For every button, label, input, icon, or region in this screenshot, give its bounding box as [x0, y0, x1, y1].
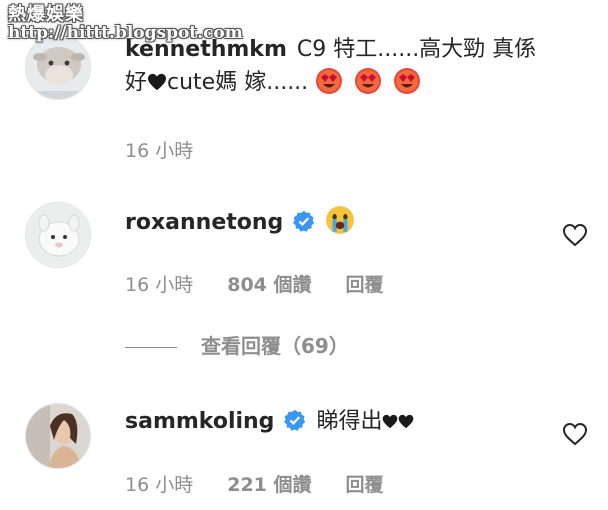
black-heart-icon	[383, 414, 398, 429]
comment-body: roxannetong	[125, 205, 548, 239]
comment-body: sammkoling 睇得出	[125, 405, 548, 438]
view-replies-label: 查看回覆（69）	[201, 334, 349, 358]
comment-time[interactable]: 16 小時	[125, 474, 193, 496]
comment-meta: 16 小時 804 個讚 回覆	[125, 270, 418, 297]
portrait-avatar-icon	[26, 404, 90, 468]
black-heart-icon	[399, 414, 414, 429]
reply-button[interactable]: 回覆	[346, 274, 384, 296]
reply-button[interactable]: 回覆	[346, 474, 384, 496]
view-replies-button[interactable]: 查看回覆（69）	[125, 330, 349, 359]
verified-badge-icon	[284, 409, 306, 431]
comment-time[interactable]: 16 小時	[125, 140, 193, 162]
heart-eyes-emoji-icon	[316, 68, 343, 94]
comment-time[interactable]: 16 小時	[125, 274, 193, 296]
comment-meta: 16 小時	[125, 136, 227, 163]
avatar[interactable]	[25, 34, 91, 100]
comment-username[interactable]: roxannetong	[125, 210, 283, 235]
like-heart-icon[interactable]	[562, 223, 588, 247]
avatar[interactable]	[25, 403, 91, 469]
comment-meta: 16 小時 221 個讚 回覆	[125, 470, 418, 497]
heart-eyes-emoji-icon	[355, 68, 382, 94]
white-plush-icon	[26, 203, 90, 267]
comment-text-line2: cute媽 嫁......	[167, 70, 309, 95]
comment-text-line1: C9 特工......高大勁 真係	[296, 37, 537, 62]
black-heart-icon	[148, 73, 167, 91]
like-heart-icon[interactable]	[562, 422, 588, 446]
comment-text: 睇得出	[316, 409, 383, 434]
verified-badge-icon	[293, 210, 315, 232]
comment-likes[interactable]: 804 個讚	[227, 274, 311, 296]
comment-likes[interactable]: 221 個讚	[227, 474, 311, 496]
sheep-plush-icon	[26, 35, 90, 99]
watermark-url: http://hittt.blogspot.com	[8, 22, 243, 43]
divider	[125, 347, 177, 348]
comment-username[interactable]: sammkoling	[125, 409, 274, 434]
crying-face-emoji-icon	[326, 206, 355, 234]
watermark: 熱爆娛樂 http://hittt.blogspot.com	[8, 5, 243, 43]
avatar[interactable]	[25, 202, 91, 268]
comment-text-prefix: 好	[125, 70, 148, 95]
heart-eyes-emoji-icon	[394, 68, 421, 94]
